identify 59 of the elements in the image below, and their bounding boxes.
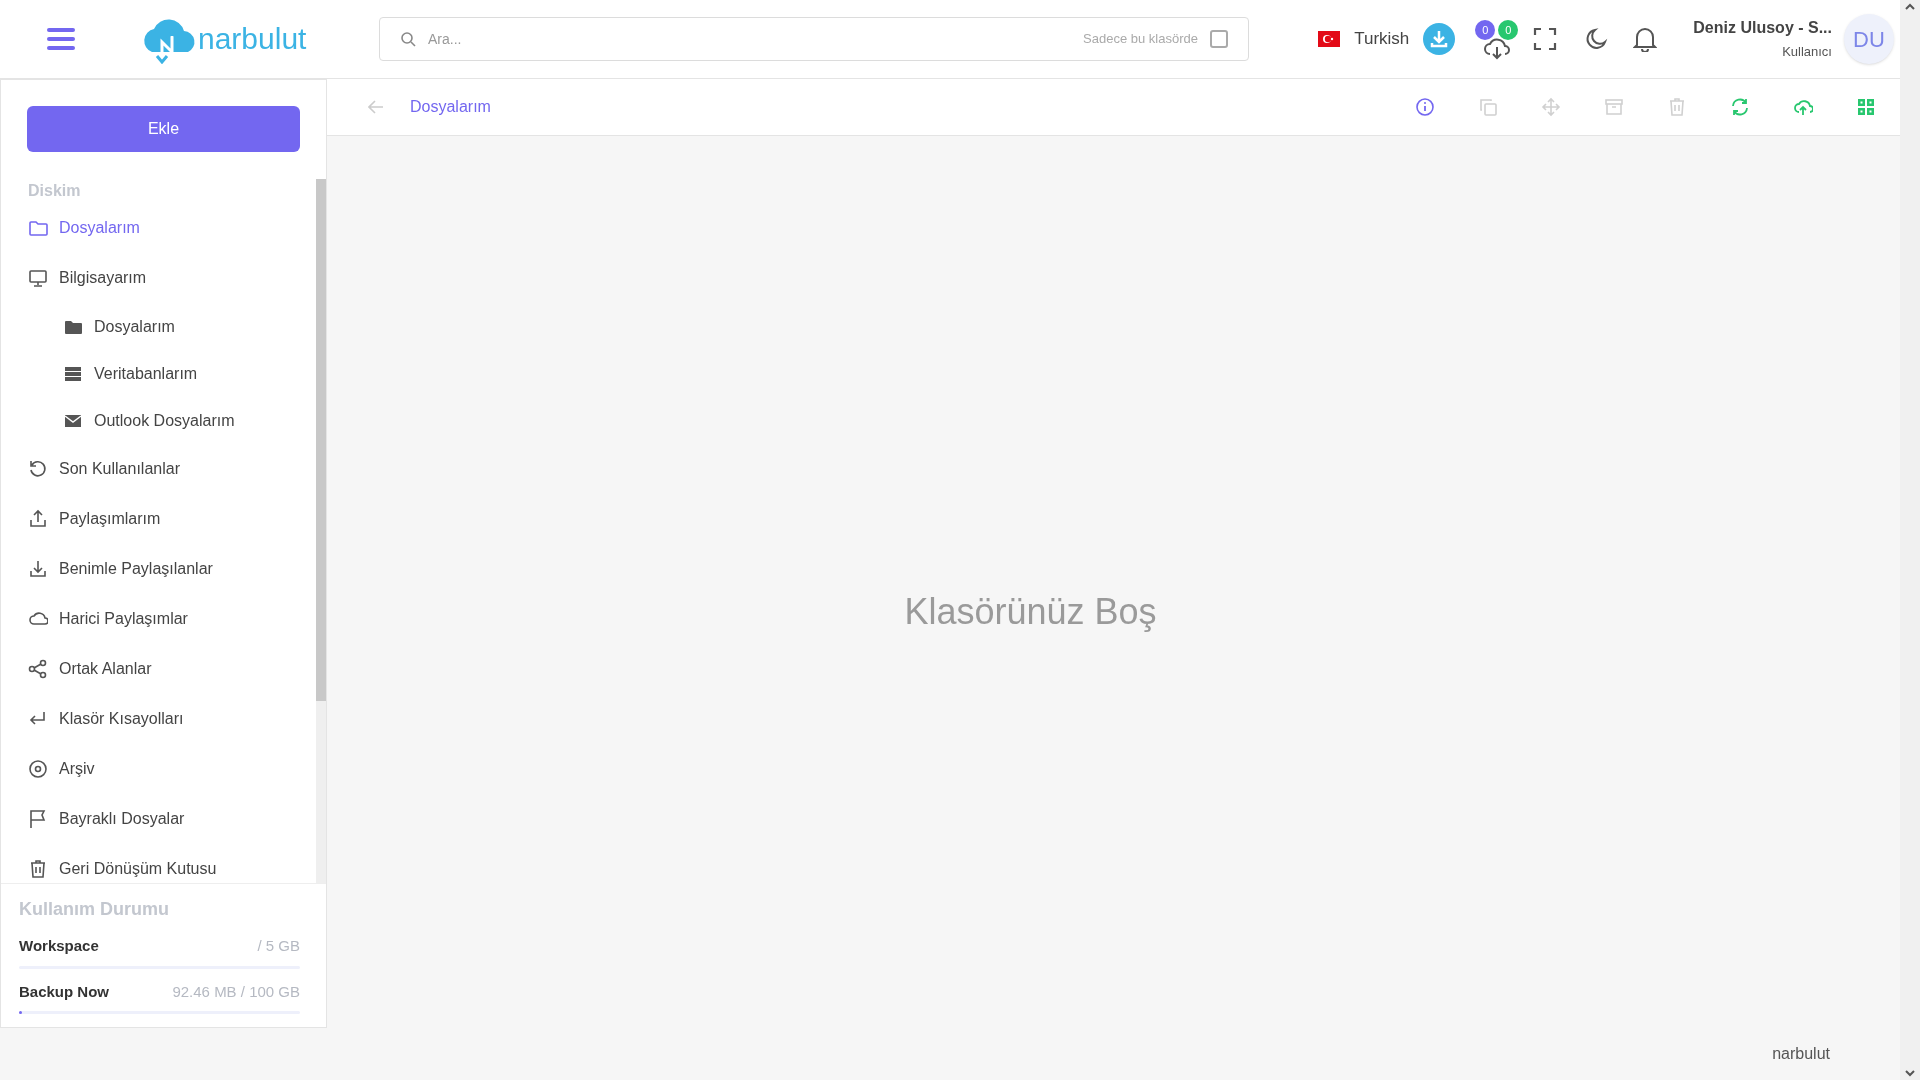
- sidebar-item[interactable]: Geri Dönüşüm Kutusu: [1, 844, 316, 883]
- share-icon: [28, 659, 48, 679]
- upload-icon: [28, 509, 48, 529]
- disc-icon: [28, 759, 48, 779]
- logo-text: narbulut: [198, 24, 307, 54]
- section-heading: Diskim: [28, 181, 82, 201]
- usage-heading: Kullanım Durumu: [19, 898, 170, 921]
- usage-value: / 5 GB: [257, 936, 300, 956]
- moon-icon[interactable]: [1585, 27, 1610, 51]
- search-icon: [400, 31, 416, 47]
- grid-icon[interactable]: [1855, 97, 1876, 117]
- scrollbar[interactable]: [316, 179, 326, 883]
- usage-label: Backup Now: [19, 981, 109, 1002]
- history-icon: [28, 459, 48, 479]
- page-scrollbar[interactable]: [1900, 0, 1920, 1080]
- cloud-upload-icon[interactable]: [1792, 97, 1813, 117]
- usage-value: 92.46 MB / 100 GB: [172, 981, 300, 1002]
- download-icon: [28, 559, 48, 579]
- empty-message: Klasörünüz Boş: [904, 590, 1157, 634]
- sidebar-item[interactable]: Son Kullanılanlar: [1, 444, 316, 494]
- add-button[interactable]: Ekle: [27, 106, 300, 152]
- sidebar-item[interactable]: Bilgisayarım: [1, 253, 316, 303]
- breadcrumb-link[interactable]: Dosyalarım: [410, 95, 491, 119]
- bell-icon[interactable]: [1633, 26, 1658, 52]
- user-name: Deniz Ulusoy - S...: [1693, 18, 1832, 39]
- sidebar-item[interactable]: Arşiv: [1, 744, 316, 794]
- back-arrow-icon[interactable]: [368, 100, 384, 114]
- usage-label: Workspace: [19, 936, 99, 956]
- sidebar-item[interactable]: Outlook Dosyalarım: [1, 397, 316, 444]
- download-icon[interactable]: [1423, 23, 1456, 55]
- scroll-down-icon[interactable]: [1904, 1068, 1916, 1078]
- flag-icon: [1318, 31, 1341, 47]
- footer-text: narbulut: [1772, 1044, 1830, 1064]
- user-role: Kullanıcı: [1782, 43, 1832, 62]
- count-badge: 0: [1498, 20, 1519, 40]
- sidebar-item[interactable]: Benimle Paylaşılanlar: [1, 544, 316, 594]
- cloud-download-icon[interactable]: [1483, 38, 1512, 60]
- info-icon[interactable]: [1414, 97, 1435, 117]
- sidebar-item[interactable]: Dosyalarım: [1, 203, 316, 253]
- sidebar-item[interactable]: Bayraklı Dosyalar: [1, 794, 316, 844]
- sidebar-item[interactable]: Harici Paylaşımlar: [1, 594, 316, 644]
- checkbox[interactable]: [1210, 30, 1228, 48]
- monitor-icon: [28, 268, 48, 288]
- count-badge: 0: [1475, 20, 1496, 40]
- language-selector[interactable]: Turkish: [1354, 26, 1410, 52]
- menu-icon[interactable]: [47, 27, 75, 51]
- trash-icon: [28, 859, 48, 879]
- flag-icon: [28, 809, 48, 829]
- scroll-up-icon[interactable]: [1904, 2, 1916, 12]
- sidebar-item[interactable]: Dosyalarım: [1, 303, 316, 350]
- sidebar-item[interactable]: Ortak Alanlar: [1, 644, 316, 694]
- sidebar-item[interactable]: Paylaşımlarım: [1, 494, 316, 544]
- search-input[interactable]: Ara...: [428, 28, 1084, 50]
- sidebar-item[interactable]: Klasör Kısayolları: [1, 694, 316, 744]
- folder-only-label: Sadece bu klasörde: [1083, 30, 1198, 49]
- refresh-icon[interactable]: [1729, 97, 1750, 117]
- folder-icon: [28, 218, 48, 238]
- fullscreen-icon[interactable]: [1533, 27, 1558, 51]
- sidebar-item[interactable]: Veritabanlarım: [1, 350, 316, 397]
